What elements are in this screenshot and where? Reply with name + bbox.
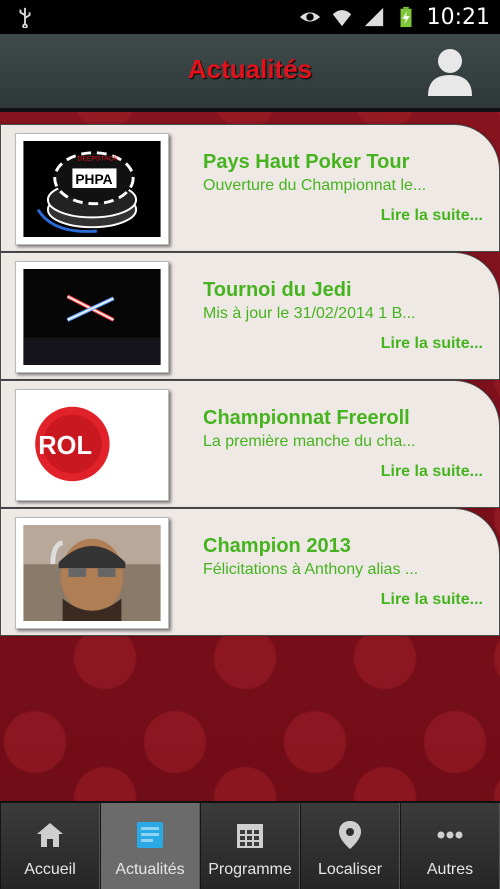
news-card[interactable]: PHPA DEEPSTACK Pays Haut Poker Tour Ouve… — [0, 124, 500, 252]
news-description: Félicitations à Anthony alias ... — [203, 561, 419, 578]
news-card[interactable]: FREE ROL Championnat Freeroll La premièr… — [0, 380, 500, 508]
read-more-link[interactable]: Lire la suite... — [381, 591, 483, 609]
bottom-navigation: Accueil Actualités Programme Localiser A… — [0, 801, 500, 889]
nav-label: Autres — [426, 861, 474, 878]
battery-charging-icon — [400, 6, 412, 28]
news-description: La première manche du cha... — [203, 433, 416, 450]
news-card[interactable]: Tournoi du Jedi Mis à jour le 31/02/2014… — [0, 252, 500, 380]
news-thumbnail — [15, 517, 169, 629]
usb-icon — [19, 7, 31, 28]
nav-label: Programme — [208, 861, 292, 878]
news-description: Ouverture du Championnat le... — [203, 177, 427, 194]
signal-icon — [364, 7, 383, 27]
news-title: Pays Haut Poker Tour — [203, 151, 410, 173]
news-description: Mis à jour le 31/02/2014 1 B... — [203, 305, 416, 322]
read-more-link[interactable]: Lire la suite... — [381, 207, 483, 225]
nav-localiser[interactable]: Localiser — [300, 803, 400, 889]
nav-programme[interactable]: Programme — [200, 803, 300, 889]
player-photo — [23, 525, 161, 621]
read-more-link[interactable]: Lire la suite... — [381, 463, 483, 481]
home-icon — [37, 823, 63, 847]
news-thumbnail — [15, 261, 169, 373]
svg-text:PHPA: PHPA — [75, 172, 112, 187]
calendar-icon — [237, 824, 263, 848]
eye-icon — [299, 12, 320, 22]
news-card[interactable]: Champion 2013 Félicitations à Anthony al… — [0, 508, 500, 636]
news-thumbnail: FREE ROL — [15, 389, 169, 501]
nav-label: Localiser — [317, 861, 383, 878]
nav-actualites[interactable]: Actualités — [100, 803, 200, 889]
nav-label: Actualités — [115, 861, 185, 878]
more-icon — [437, 831, 463, 839]
nav-accueil[interactable]: Accueil — [0, 803, 100, 889]
status-bar: 10:21 — [0, 0, 500, 34]
freeroll-badge: FREE ROL — [23, 397, 161, 493]
news-thumbnail: PHPA DEEPSTACK — [15, 133, 169, 245]
news-icon — [137, 822, 163, 848]
poker-chips-logo: PHPA DEEPSTACK — [23, 141, 161, 237]
map-pin-icon — [339, 821, 361, 849]
nav-label: Accueil — [24, 861, 76, 878]
action-bar: Actualités — [0, 34, 500, 112]
news-title: Champion 2013 — [203, 535, 351, 557]
clock: 10:21 — [426, 4, 490, 30]
news-title: Tournoi du Jedi — [203, 279, 352, 301]
lightsabers-image — [23, 269, 161, 365]
svg-text:FREE ROL: FREE ROL — [23, 432, 92, 460]
user-icon[interactable] — [422, 44, 478, 100]
svg-text:DEEPSTACK: DEEPSTACK — [77, 156, 118, 163]
nav-autres[interactable]: Autres — [400, 803, 500, 889]
wifi-icon — [332, 10, 351, 27]
read-more-link[interactable]: Lire la suite... — [381, 335, 483, 353]
news-title: Championnat Freeroll — [203, 407, 410, 429]
